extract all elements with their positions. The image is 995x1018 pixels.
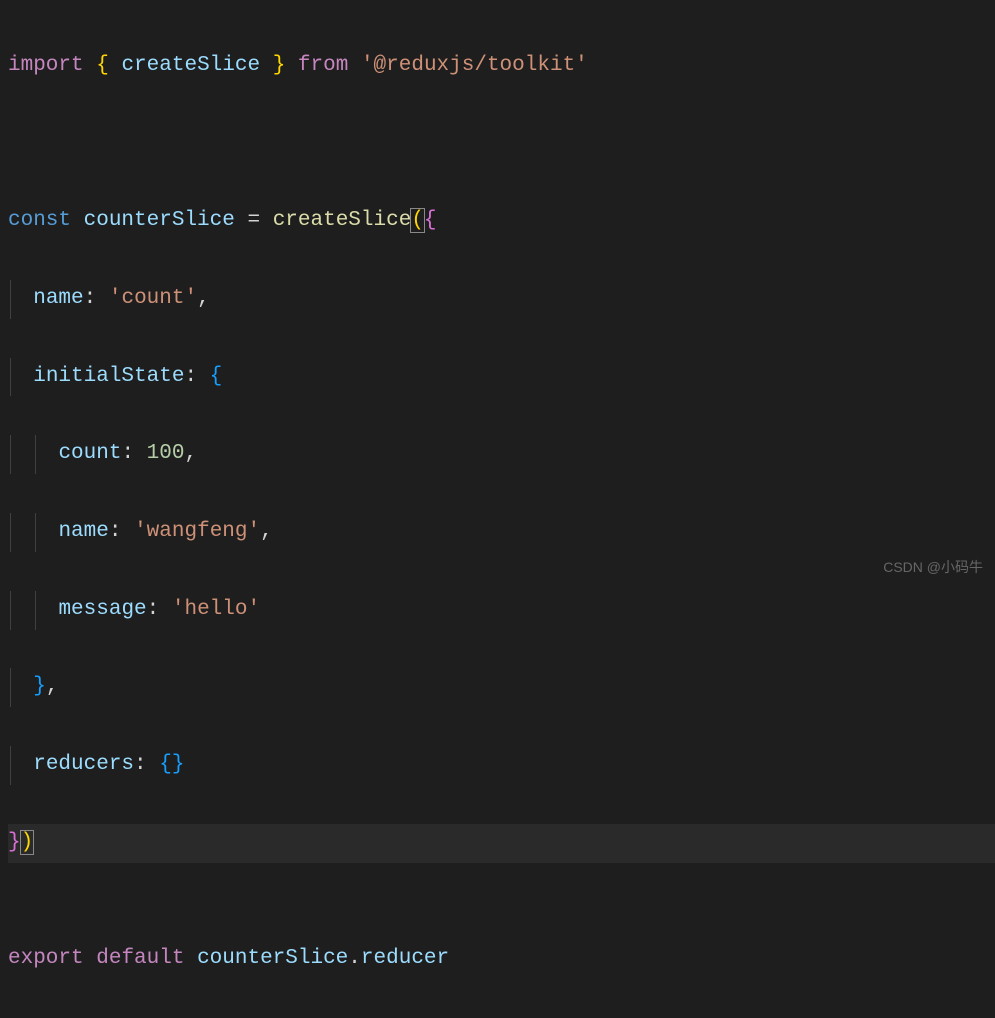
prop-reducer: reducer: [361, 947, 449, 970]
comma: ,: [184, 442, 197, 465]
colon: :: [121, 442, 134, 465]
keyword-const: const: [8, 209, 71, 232]
string-wangfeng: 'wangfeng': [134, 520, 260, 543]
var-counterSlice: counterSlice: [84, 209, 235, 232]
func-createSlice: createSlice: [273, 209, 412, 232]
brace-close: }: [8, 831, 21, 854]
string-hello: 'hello': [172, 598, 260, 621]
comma: ,: [46, 675, 59, 698]
number-100: 100: [147, 442, 185, 465]
brace-close: }: [172, 753, 185, 776]
code-line-13: export default counterSlice.reducer: [8, 940, 995, 979]
prop-name2: name: [58, 520, 108, 543]
prop-count: count: [58, 442, 121, 465]
code-line-10: reducers: {}: [8, 746, 995, 785]
keyword-export: export: [8, 947, 84, 970]
prop-initialState: initialState: [33, 365, 184, 388]
keyword-default: default: [96, 947, 184, 970]
paren-open-highlight: (: [410, 208, 425, 233]
code-editor[interactable]: import { createSlice } from '@reduxjs/to…: [0, 8, 995, 1018]
paren-close-highlight: ): [20, 830, 35, 855]
code-line-1: import { createSlice } from '@reduxjs/to…: [8, 47, 995, 86]
colon: :: [134, 753, 147, 776]
brace-open: {: [210, 365, 223, 388]
code-line-2: [8, 125, 995, 164]
prop-name: name: [33, 287, 83, 310]
code-line-4: name: 'count',: [8, 280, 995, 319]
code-line-5: initialState: {: [8, 358, 995, 397]
colon: :: [184, 365, 197, 388]
colon: :: [109, 520, 122, 543]
comma: ,: [260, 520, 273, 543]
code-line-9: },: [8, 668, 995, 707]
string-count: 'count': [109, 287, 197, 310]
colon: :: [84, 287, 97, 310]
code-line-7: name: 'wangfeng',: [8, 513, 995, 552]
code-line-8: message: 'hello': [8, 591, 995, 630]
prop-message: message: [58, 598, 146, 621]
var-counterSlice2: counterSlice: [197, 947, 348, 970]
keyword-from: from: [298, 54, 348, 77]
brace-close: }: [273, 54, 286, 77]
code-line-6: count: 100,: [8, 435, 995, 474]
prop-reducers: reducers: [33, 753, 134, 776]
watermark: CSDN @小码牛: [883, 555, 983, 581]
comma: ,: [197, 287, 210, 310]
brace-open: {: [159, 753, 172, 776]
identifier-createSlice: createSlice: [121, 54, 260, 77]
code-line-3: const counterSlice = createSlice({: [8, 202, 995, 241]
code-line-11: }): [8, 824, 995, 863]
dot: .: [348, 947, 361, 970]
equals: =: [247, 209, 260, 232]
brace-open: {: [96, 54, 109, 77]
brace-open: {: [424, 209, 437, 232]
colon: :: [147, 598, 160, 621]
code-line-12: [8, 863, 995, 902]
brace-close: }: [33, 675, 46, 698]
string-module: '@reduxjs/toolkit': [361, 54, 588, 77]
keyword-import: import: [8, 54, 84, 77]
